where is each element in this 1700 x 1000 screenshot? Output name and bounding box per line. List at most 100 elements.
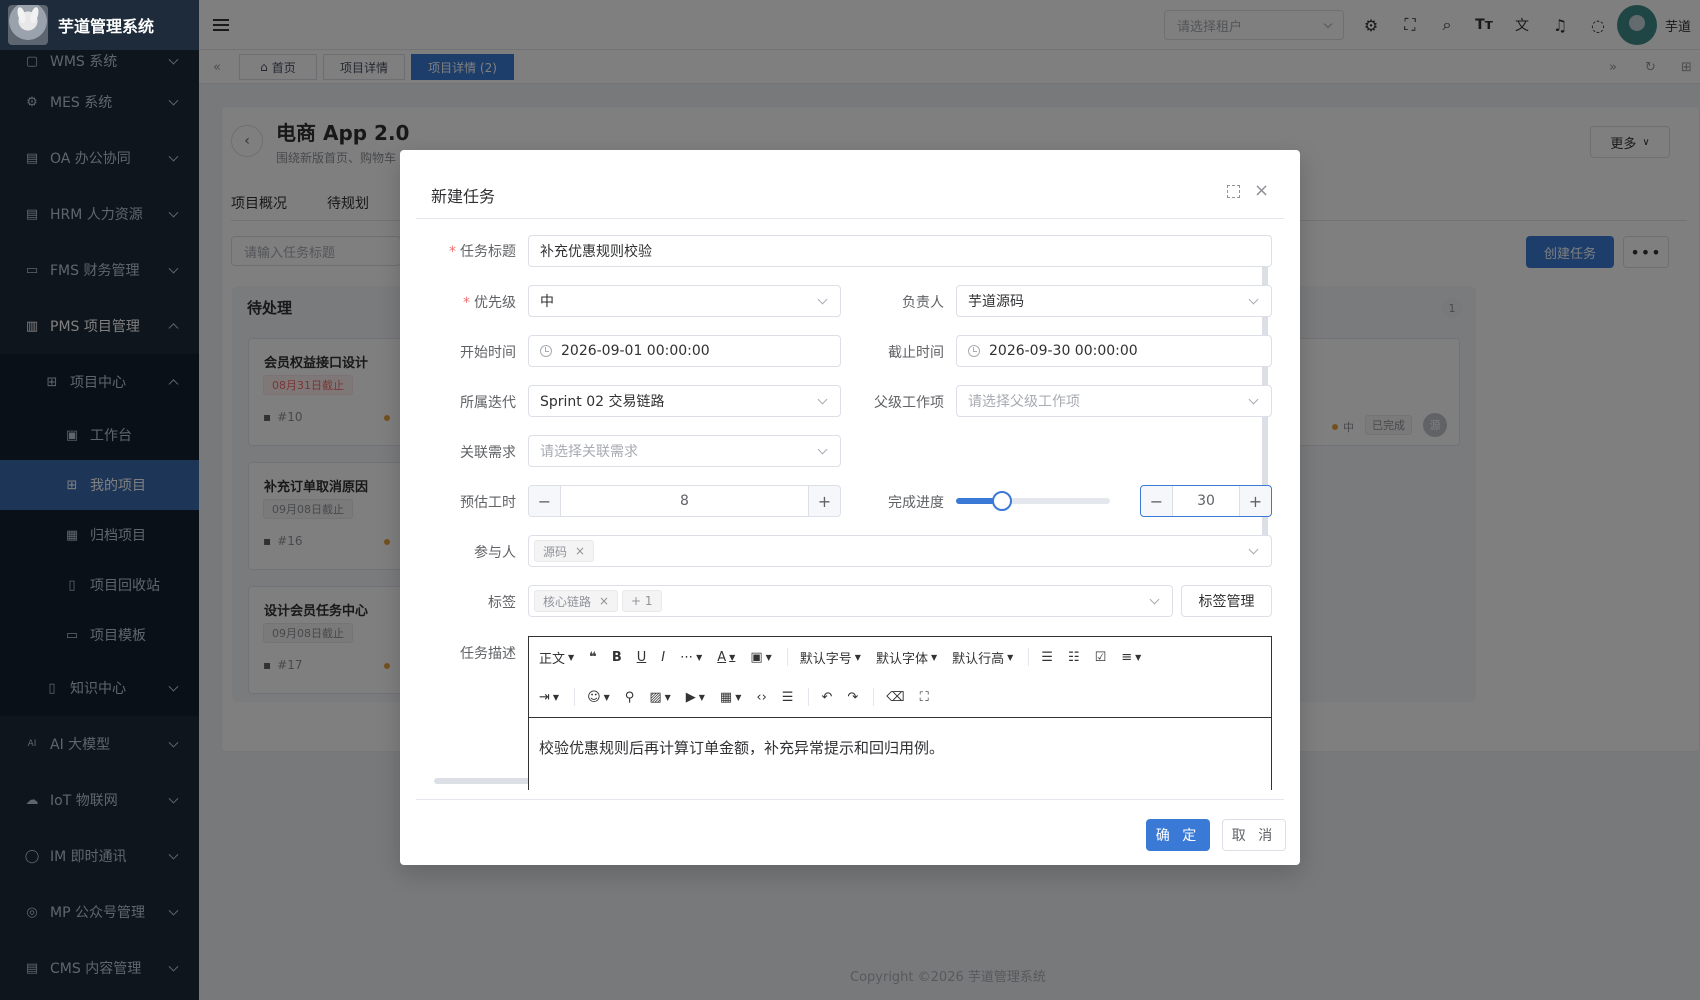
input-value: 补充优惠规则校验	[540, 244, 652, 260]
caret-icon: ▼	[729, 652, 736, 662]
caret-icon: ▼	[765, 652, 772, 662]
editor-toolbar-divider	[529, 717, 1271, 718]
logo[interactable]: 芋道管理系统	[0, 0, 199, 50]
more-style-icon[interactable]: ⋯ ▼	[680, 650, 702, 665]
editor-toolbar-row: 正文 ▼ ❝ B U I ⋯ ▼ A ▼ ▣ ▼ 默认字号 ▼ 默认字体 ▼ 默认行高 ▼ ☰…	[529, 637, 1156, 677]
tag-manage-button[interactable]: 标签管理	[1181, 585, 1272, 617]
font-color-icon[interactable]: A ▼	[717, 650, 735, 665]
chip-label: + 1	[631, 594, 653, 608]
table-icon[interactable]: ▦ ▼	[720, 690, 741, 705]
undo-icon[interactable]: ↶	[821, 690, 832, 705]
caret-icon: ▼	[696, 652, 703, 662]
divider-icon[interactable]: ☰	[782, 690, 794, 705]
iteration-select[interactable]: Sprint 02 交易链路	[528, 385, 841, 417]
italic-icon[interactable]: I	[661, 650, 665, 665]
participants-select[interactable]	[528, 535, 1272, 567]
editor-content[interactable]: 校验优惠规则后再计算订单金额，补充异常提示和回归用例。	[539, 737, 944, 758]
editor-toolbar-row: ⇥ ▼ ☺ ▼ ⚲ ▨ ▼ ▶ ▼ ▦ ▼ ‹› ☰ ↶ ↷ ⌫ ⛶	[529, 677, 944, 717]
chevron-down-icon	[1248, 294, 1259, 305]
toolbar-divider	[786, 648, 788, 666]
participants-label: 参与人	[474, 545, 516, 561]
end-time-label: 截止时间	[888, 345, 944, 361]
heading-dropdown[interactable]: 正文 ▼	[539, 648, 574, 667]
numbered-list-icon[interactable]: ☷	[1068, 650, 1080, 665]
close-icon[interactable]: ×	[1254, 180, 1269, 201]
caret-icon: ▼	[854, 652, 861, 662]
dialog-title: 新建任务	[431, 187, 496, 206]
underline-icon[interactable]: U	[637, 650, 647, 665]
video-icon[interactable]: ▶ ▼	[686, 690, 705, 705]
code-icon[interactable]: ‹›	[756, 690, 766, 705]
estimate-label: 预估工时	[460, 495, 516, 511]
end-time-picker[interactable]: 2026-09-30 00:00:00	[956, 335, 1272, 367]
bullet-list-icon[interactable]: ☰	[1041, 650, 1053, 665]
task-title-input[interactable]: 补充优惠规则校验	[528, 235, 1272, 267]
redo-icon[interactable]: ↷	[847, 690, 858, 705]
background-color-icon[interactable]: ▣ ▼	[750, 650, 771, 665]
increment-button[interactable]: +	[808, 486, 840, 516]
select-value: 芋道源码	[968, 294, 1024, 310]
rabbit-logo-icon	[8, 5, 48, 45]
parent-select[interactable]: 请选择父级工作项	[956, 385, 1272, 417]
todo-icon[interactable]: ☑	[1095, 650, 1107, 665]
chevron-down-icon	[817, 294, 828, 305]
align-icon[interactable]: ≡ ▼	[1121, 650, 1141, 665]
progress-label: 完成进度	[888, 495, 944, 511]
horizontal-scrollbar[interactable]	[434, 778, 534, 784]
progress-slider[interactable]	[956, 491, 1110, 511]
requirement-select[interactable]: 请选择关联需求	[528, 435, 841, 467]
toolbar-divider	[1028, 648, 1030, 666]
required-mark: *	[449, 244, 456, 260]
image-icon[interactable]: ▨ ▼	[649, 690, 670, 705]
start-time-label: 开始时间	[460, 345, 516, 361]
dialog-footer-divider	[416, 799, 1284, 800]
chip-label: 源码	[543, 544, 568, 559]
stepper-value[interactable]: 30	[1173, 486, 1239, 516]
cancel-button[interactable]: 取 消	[1222, 819, 1286, 851]
emoji-icon[interactable]: ☺ ▼	[587, 690, 610, 705]
bold-icon[interactable]: B	[612, 650, 622, 665]
assignee-select[interactable]: 芋道源码	[956, 285, 1272, 317]
close-icon[interactable]: ×	[575, 544, 585, 558]
clear-format-icon[interactable]: ⌫	[886, 690, 904, 705]
required-mark: *	[463, 295, 470, 311]
parent-label: 父级工作项	[874, 395, 944, 411]
toolbar-divider	[808, 688, 810, 706]
stepper-value[interactable]: 8	[561, 486, 808, 516]
chip-label: 核心链路	[543, 594, 592, 609]
increment-button[interactable]: +	[1239, 486, 1271, 516]
participant-chip: 源码 ×	[534, 540, 595, 562]
heading-label: 正文	[539, 651, 566, 667]
decrement-button[interactable]: −	[1141, 486, 1173, 516]
caret-icon: ▼	[603, 692, 610, 702]
quote-icon[interactable]: ❝	[589, 650, 597, 665]
date-value: 2026-09-30 00:00:00	[989, 343, 1138, 359]
toolbar-divider	[873, 688, 875, 706]
maximize-icon[interactable]	[1227, 185, 1240, 198]
dialog-header-divider	[416, 218, 1284, 219]
close-icon[interactable]: ×	[599, 594, 609, 608]
font-size-label: 默认字号	[799, 651, 852, 667]
label-text: 任务标题	[460, 244, 516, 260]
rich-text-editor: 正文 ▼ ❝ B U I ⋯ ▼ A ▼ ▣ ▼ 默认字号 ▼ 默认字体 ▼ 默认行高 ▼ ☰…	[528, 636, 1272, 790]
caret-icon: ▼	[698, 692, 705, 702]
decrement-button[interactable]: −	[529, 486, 561, 516]
link-icon[interactable]: ⚲	[625, 690, 635, 705]
line-height-dropdown[interactable]: 默认行高 ▼	[952, 648, 1013, 667]
clock-icon	[968, 345, 980, 357]
font-size-dropdown[interactable]: 默认字号 ▼	[800, 648, 861, 667]
priority-label: * 优先级	[440, 292, 516, 312]
tag-more-chip: + 1	[622, 590, 662, 612]
app-title: 芋道管理系统	[58, 17, 155, 36]
indent-icon[interactable]: ⇥ ▼	[539, 690, 559, 705]
confirm-button[interactable]: 确 定	[1146, 819, 1210, 851]
priority-select[interactable]: 中	[528, 285, 841, 317]
fullscreen-icon[interactable]: ⛶	[920, 690, 929, 705]
tags-label: 标签	[488, 595, 516, 611]
caret-icon: ▼	[1135, 652, 1142, 662]
select-placeholder: 请选择父级工作项	[968, 394, 1080, 410]
progress-stepper: − 30 +	[1140, 485, 1272, 517]
toolbar-divider	[574, 688, 576, 706]
start-time-picker[interactable]: 2026-09-01 00:00:00	[528, 335, 841, 367]
font-family-dropdown[interactable]: 默认字体 ▼	[876, 648, 937, 667]
